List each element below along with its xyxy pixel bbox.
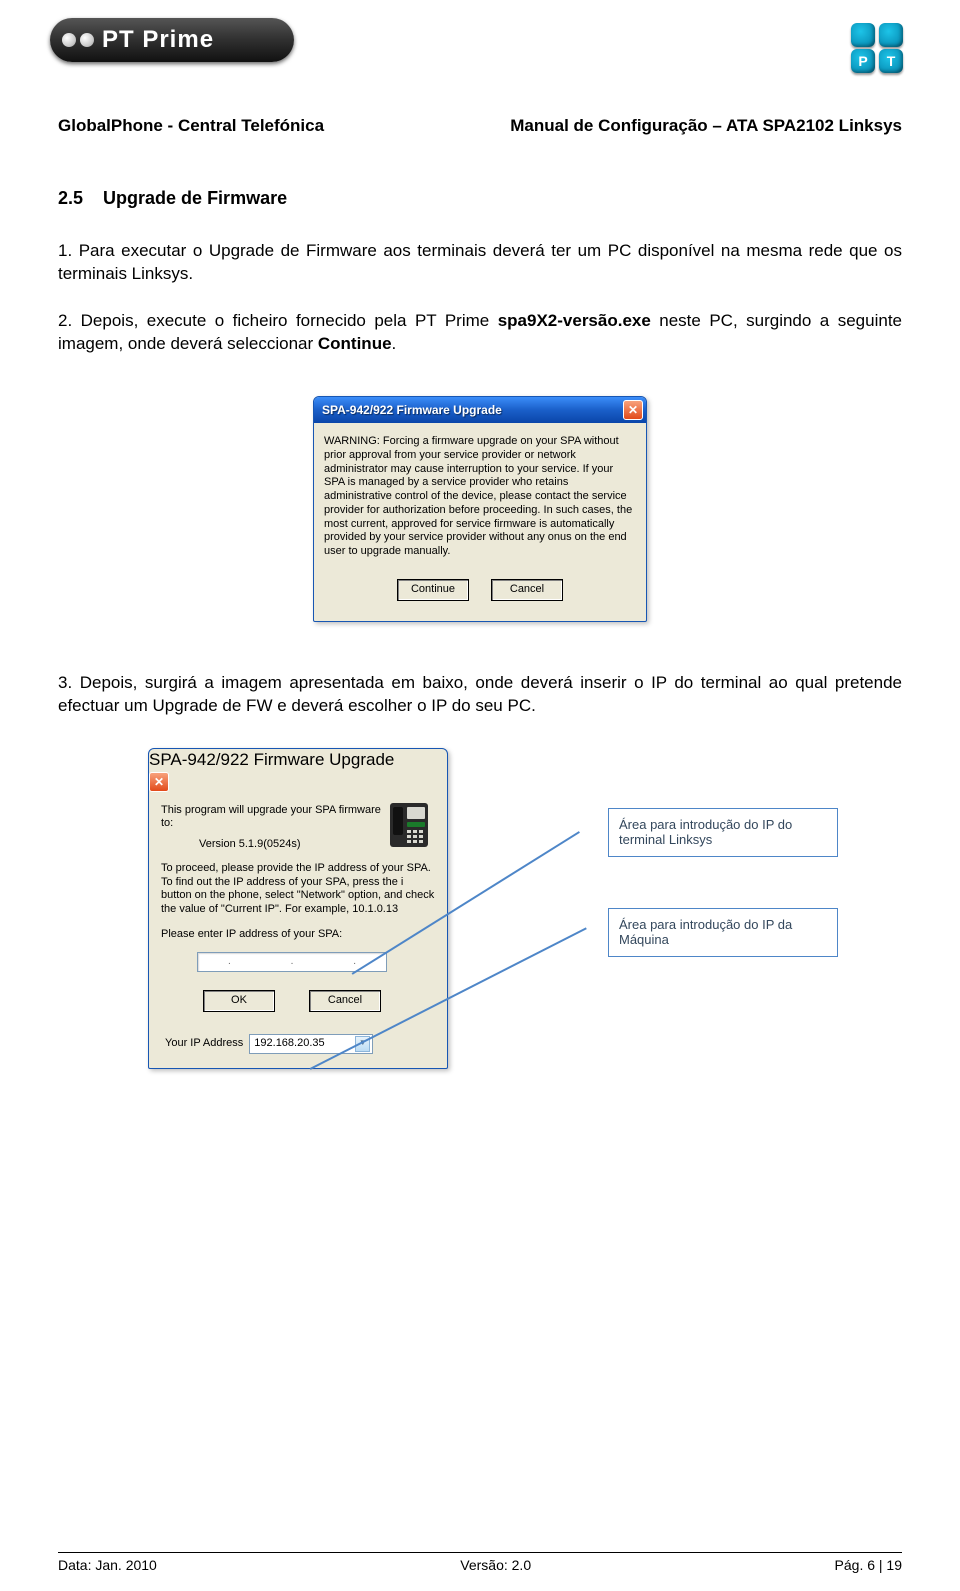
pt-badge-icon: P T	[844, 18, 910, 78]
continue-button[interactable]: Continue	[397, 579, 469, 601]
badge-letter-t: T	[879, 49, 903, 73]
pt-prime-logo: PT Prime	[50, 18, 294, 62]
footer-page: Pág. 6 | 19	[835, 1557, 902, 1573]
logo-dot	[80, 33, 94, 47]
step-2-text-c: .	[392, 334, 397, 353]
doc-right-title: Manual de Configuração – ATA SPA2102 Lin…	[510, 116, 902, 136]
close-icon[interactable]: ✕	[623, 400, 643, 420]
firmware-upgrade-dialog: SPA-942/922 Firmware Upgrade ✕ WARNING: …	[313, 396, 647, 622]
ok-button[interactable]: OK	[203, 990, 275, 1012]
cancel-button[interactable]: Cancel	[309, 990, 381, 1012]
callout-machine-ip: Área para introdução do IP da Máquina	[608, 908, 838, 957]
step-number: 1.	[58, 241, 72, 260]
cancel-button[interactable]: Cancel	[491, 579, 563, 601]
step-2-filename: spa9X2-versão.exe	[498, 311, 651, 330]
step-number: 3.	[58, 673, 72, 692]
badge-bead	[879, 23, 903, 47]
step-3-text: Depois, surgirá a imagem apresentada em …	[58, 673, 902, 715]
step-number: 2.	[58, 311, 72, 330]
proceed-instructions: To proceed, please provide the IP addres…	[161, 862, 435, 917]
dialog-body: WARNING: Forcing a firmware upgrade on y…	[314, 423, 646, 621]
dialog2-area: SPA-942/922 Firmware Upgrade ✕ This prog…	[58, 748, 902, 1069]
content-area: 2.5 Upgrade de Firmware 1. Para executar…	[0, 146, 960, 1069]
badge-bead	[851, 23, 875, 47]
enter-ip-label: Please enter IP address of your SPA:	[161, 927, 435, 942]
phone-icon	[387, 800, 431, 850]
your-ip-label: Your IP Address	[165, 1036, 243, 1051]
callout-terminal-ip: Área para introdução do IP do terminal L…	[608, 808, 838, 857]
doc-title-row: GlobalPhone - Central Telefónica Manual …	[0, 86, 960, 146]
step-3: 3. Depois, surgirá a imagem apresentada …	[58, 672, 902, 718]
dialog2-button-row: OK Cancel	[161, 990, 435, 1012]
footer-date: Data: Jan. 2010	[58, 1557, 157, 1573]
dialog-button-row: Continue Cancel	[324, 579, 636, 601]
footer-version: Versão: 2.0	[460, 1557, 531, 1573]
dialog1-wrap: SPA-942/922 Firmware Upgrade ✕ WARNING: …	[58, 396, 902, 622]
dialog-body: This program will upgrade your SPA firmw…	[149, 792, 447, 1068]
warning-text: WARNING: Forcing a firmware upgrade on y…	[324, 435, 636, 559]
dialog-title: SPA-942/922 Firmware Upgrade	[149, 750, 394, 769]
section-title-text: Upgrade de Firmware	[103, 188, 287, 208]
document-header: PT Prime P T	[0, 0, 960, 86]
badge-letter-p: P	[851, 49, 875, 73]
your-ip-value: 192.168.20.35	[254, 1036, 324, 1051]
dialog-titlebar: SPA-942/922 Firmware Upgrade ✕	[314, 397, 646, 423]
doc-left-title: GlobalPhone - Central Telefónica	[58, 116, 324, 136]
step-2: 2. Depois, execute o ficheiro fornecido …	[58, 310, 902, 356]
step-1: 1. Para executar o Upgrade de Firmware a…	[58, 240, 902, 286]
logo-text: PT Prime	[102, 26, 214, 54]
section-number: 2.5	[58, 188, 83, 208]
dialog-titlebar: SPA-942/922 Firmware Upgrade ✕	[149, 749, 447, 792]
dialog-title: SPA-942/922 Firmware Upgrade	[322, 402, 502, 418]
your-ip-row: Your IP Address 192.168.20.35 ▼	[161, 1034, 435, 1054]
step-1-text: Para executar o Upgrade de Firmware aos …	[58, 241, 902, 283]
section-heading: 2.5 Upgrade de Firmware	[58, 186, 902, 210]
close-icon[interactable]: ✕	[149, 772, 169, 792]
step-2-continue-word: Continue	[318, 334, 392, 353]
logo-dot	[62, 33, 76, 47]
step-2-text-a: Depois, execute o ficheiro fornecido pel…	[81, 311, 498, 330]
page-footer: Data: Jan. 2010 Versão: 2.0 Pág. 6 | 19	[58, 1552, 902, 1573]
